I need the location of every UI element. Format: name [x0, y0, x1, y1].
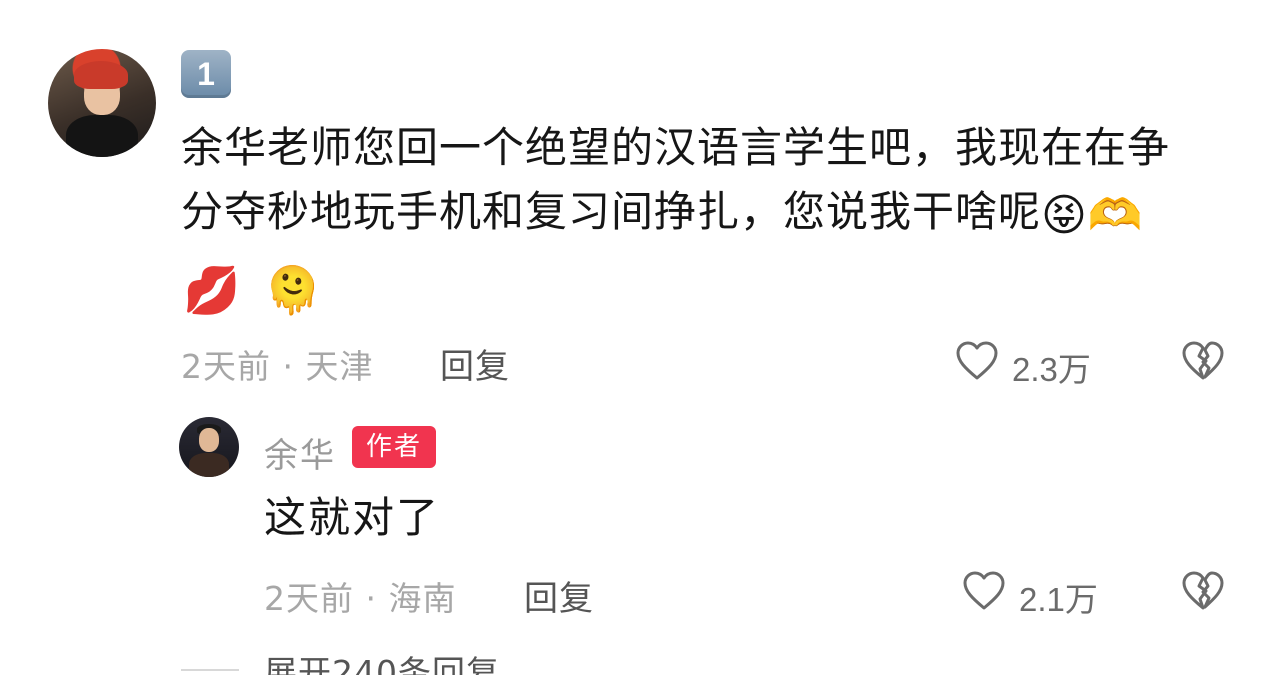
- comment-like-count: 2.3万: [1012, 351, 1091, 388]
- author-badge: 作者: [352, 426, 436, 468]
- grinning-tongue-emoji: 😝: [1041, 190, 1088, 241]
- kiss-mark-emoji: 💋: [183, 263, 241, 317]
- comment-reply-button[interactable]: 回复: [440, 339, 510, 388]
- comment-thread: 1 余华老师您回一个绝望的汉语言学生吧，我现在在争分夺秒地玩手机和复习间挣扎，您…: [0, 0, 1278, 675]
- expand-replies-label: 展开240条回复: [264, 653, 500, 675]
- heart-icon[interactable]: [962, 570, 1006, 612]
- reply-like-count: 2.1万: [1019, 581, 1098, 618]
- heart-hands-emoji: 🫶: [1087, 190, 1144, 241]
- comment-emoji-row: 💋 🫠: [183, 262, 322, 318]
- reply-reply-button[interactable]: 回复: [524, 571, 594, 620]
- author-name[interactable]: 余华: [264, 428, 336, 477]
- expand-divider: [181, 669, 239, 671]
- melting-emoji: 🫠: [264, 263, 322, 317]
- expand-replies-button[interactable]: 展开240条回复 ⌄: [264, 646, 540, 675]
- comment-body: 余华老师您回一个绝望的汉语言学生吧，我现在在争分夺秒地玩手机和复习间挣扎，您说我…: [181, 116, 1201, 244]
- commenter-avatar[interactable]: [48, 49, 156, 157]
- author-avatar[interactable]: [179, 417, 239, 477]
- reply-text: 这就对了: [264, 493, 441, 542]
- rank-badge: 1: [181, 50, 231, 98]
- comment-meta: 2天前 · 天津: [181, 347, 374, 386]
- dislike-icon[interactable]: [1181, 570, 1225, 612]
- comment-text: 余华老师您回一个绝望的汉语言学生吧，我现在在争分夺秒地玩手机和复习间挣扎，您说我…: [181, 123, 1171, 236]
- chevron-down-icon: ⌄: [511, 653, 541, 675]
- reply-meta: 2天前 · 海南: [264, 579, 457, 618]
- heart-icon[interactable]: [955, 340, 999, 382]
- dislike-icon[interactable]: [1181, 340, 1225, 382]
